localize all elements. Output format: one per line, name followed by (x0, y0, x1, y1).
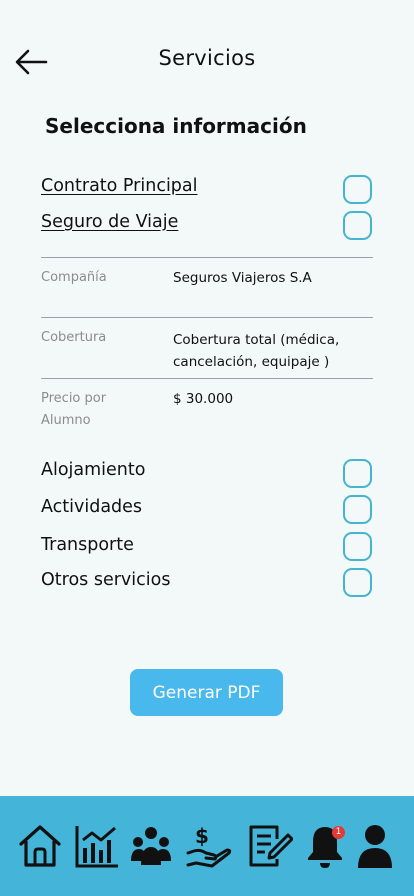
nav-stats[interactable] (74, 822, 120, 870)
alojamiento-label: Alojamiento (41, 460, 146, 480)
page-title: Servicios (158, 46, 256, 70)
seguro-viaje-link[interactable]: Seguro de Viaje (41, 212, 178, 232)
chart-icon (75, 826, 118, 868)
section-title: Selecciona información (45, 114, 307, 138)
generate-pdf-button[interactable]: Generar PDF (130, 669, 283, 716)
home-icon (19, 825, 61, 867)
notification-badge: 1 (332, 826, 345, 839)
actividades-label: Actividades (41, 497, 143, 517)
user-icon (358, 825, 392, 868)
payment-icon: $ (186, 824, 232, 868)
divider (41, 257, 373, 258)
transporte-label: Transporte (41, 535, 134, 555)
company-label: Compañía (41, 270, 107, 285)
nav-payments[interactable]: $ (186, 822, 232, 870)
actividades-checkbox[interactable] (343, 495, 372, 524)
otros-servicios-label: Otros servicios (41, 570, 171, 590)
alojamiento-checkbox[interactable] (343, 459, 372, 488)
document-icon (249, 825, 293, 867)
coverage-value: Cobertura total (médica, cancelación, eq… (173, 332, 340, 370)
seguro-viaje-checkbox[interactable] (343, 211, 372, 240)
header: Servicios (0, 0, 414, 120)
nav-documents[interactable] (247, 822, 293, 870)
price-label: Precio por Alumno (41, 391, 107, 428)
group-icon (131, 827, 171, 865)
svg-text:$: $ (195, 824, 209, 848)
transporte-checkbox[interactable] (343, 532, 372, 561)
price-value: $ 30.000 (173, 391, 234, 407)
divider (41, 378, 373, 379)
contrato-principal-checkbox[interactable] (343, 175, 372, 204)
nav-profile[interactable] (352, 822, 398, 870)
company-value: Seguros Viajeros S.A (173, 270, 312, 286)
nav-group[interactable] (128, 822, 174, 870)
otros-servicios-checkbox[interactable] (343, 568, 372, 597)
coverage-label: Cobertura (41, 330, 107, 345)
contrato-principal-link[interactable]: Contrato Principal (41, 176, 198, 196)
divider (41, 317, 373, 318)
nav-home[interactable] (17, 822, 63, 870)
